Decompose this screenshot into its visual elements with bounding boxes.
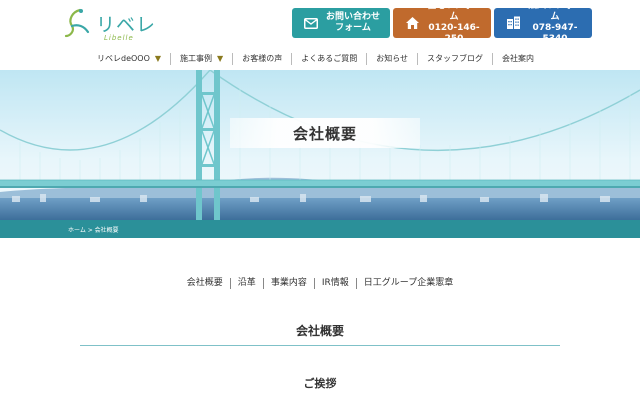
house-icon <box>401 16 423 30</box>
contact-form-label: お問い合わせ フォーム <box>322 12 390 34</box>
nav-item-faq[interactable]: よくあるご質問 <box>291 53 366 65</box>
contact-form-button[interactable]: お問い合わせ フォーム <box>292 8 390 38</box>
breadcrumb: ホーム > 会社概要 <box>68 225 119 234</box>
nav-item-label: よくあるご質問 <box>301 54 358 63</box>
nav-item-label: お客様の声 <box>242 54 283 63</box>
nav-item-staff-blog[interactable]: スタッフブログ <box>417 53 492 65</box>
corporate-reform-phone: 078-947-5340 <box>532 23 578 44</box>
building-icon <box>502 16 524 30</box>
main-nav: リベレdeOOO ▼ 施工事例 ▼ お客様の声 よくあるご質問 お知らせ スタッ… <box>88 50 543 68</box>
mail-icon <box>300 17 322 29</box>
breadcrumb-bar: ホーム > 会社概要 <box>0 220 640 238</box>
corporate-reform-button[interactable]: 法人リフォーム 078-947-5340 <box>494 1 592 44</box>
subnav-item-overview[interactable]: 会社概要 <box>180 278 230 289</box>
site-header: リベレ Libelle お問い合わせ フォーム 住宅リフォーム 0120-146… <box>0 0 640 70</box>
section-divider <box>80 345 560 346</box>
nav-item-news[interactable]: お知らせ <box>366 53 417 65</box>
contact-form-line2: フォーム <box>335 23 371 33</box>
site-logo[interactable]: リベレ Libelle <box>62 4 162 48</box>
breadcrumb-home-link[interactable]: ホーム <box>68 227 86 234</box>
nav-item-label: 会社案内 <box>502 54 535 63</box>
section-title: 会社概要 <box>295 324 344 338</box>
subnav-item-business[interactable]: 事業内容 <box>262 278 314 289</box>
nav-item-label: 施工事例 <box>180 54 213 63</box>
home-reform-phone: 0120-146-250 <box>428 23 480 44</box>
subnav-item-history[interactable]: 沿革 <box>229 278 263 289</box>
dropdown-arrow-icon: ▼ <box>217 54 224 63</box>
home-reform-button[interactable]: 住宅リフォーム 0120-146-250 <box>393 1 491 44</box>
logo-wordmark: リベレ <box>96 14 157 36</box>
breadcrumb-separator: > <box>85 226 95 234</box>
greeting-heading: ご挨拶 <box>303 377 337 390</box>
dropdown-arrow-icon: ▼ <box>154 54 162 63</box>
logo-subtitle: Libelle <box>104 34 134 42</box>
corporate-reform-line1: 法人リフォーム <box>527 1 582 22</box>
hero-title-band: 会社概要 <box>230 118 420 148</box>
home-reform-line1: 住宅リフォーム <box>426 1 481 22</box>
subnav-item-charter[interactable]: 日工グループ企業憲章 <box>355 278 460 289</box>
nav-item-works[interactable]: 施工事例 ▼ <box>170 53 232 65</box>
company-subnav: 会社概要 沿革 事業内容 IR情報 日工グループ企業憲章 <box>0 278 640 289</box>
nav-item-voices[interactable]: お客様の声 <box>232 53 291 65</box>
contact-form-line1: お問い合わせ <box>325 12 380 22</box>
corporate-reform-label: 法人リフォーム 078-947-5340 <box>524 1 592 45</box>
breadcrumb-current: 会社概要 <box>94 226 119 234</box>
nav-item-label: リベレdeOOO <box>97 54 150 63</box>
home-reform-label: 住宅リフォーム 0120-146-250 <box>423 1 491 45</box>
hero-title: 会社概要 <box>292 124 357 143</box>
nav-item-company[interactable]: 会社案内 <box>492 53 543 65</box>
nav-item-label: スタッフブログ <box>427 54 484 63</box>
dragonfly-logo-icon <box>64 8 90 38</box>
nav-item-label: お知らせ <box>376 54 409 63</box>
nav-item-libelle-de[interactable]: リベレdeOOO ▼ <box>88 53 170 65</box>
hero-banner: 会社概要 <box>0 70 640 220</box>
subnav-item-ir[interactable]: IR情報 <box>313 278 356 289</box>
